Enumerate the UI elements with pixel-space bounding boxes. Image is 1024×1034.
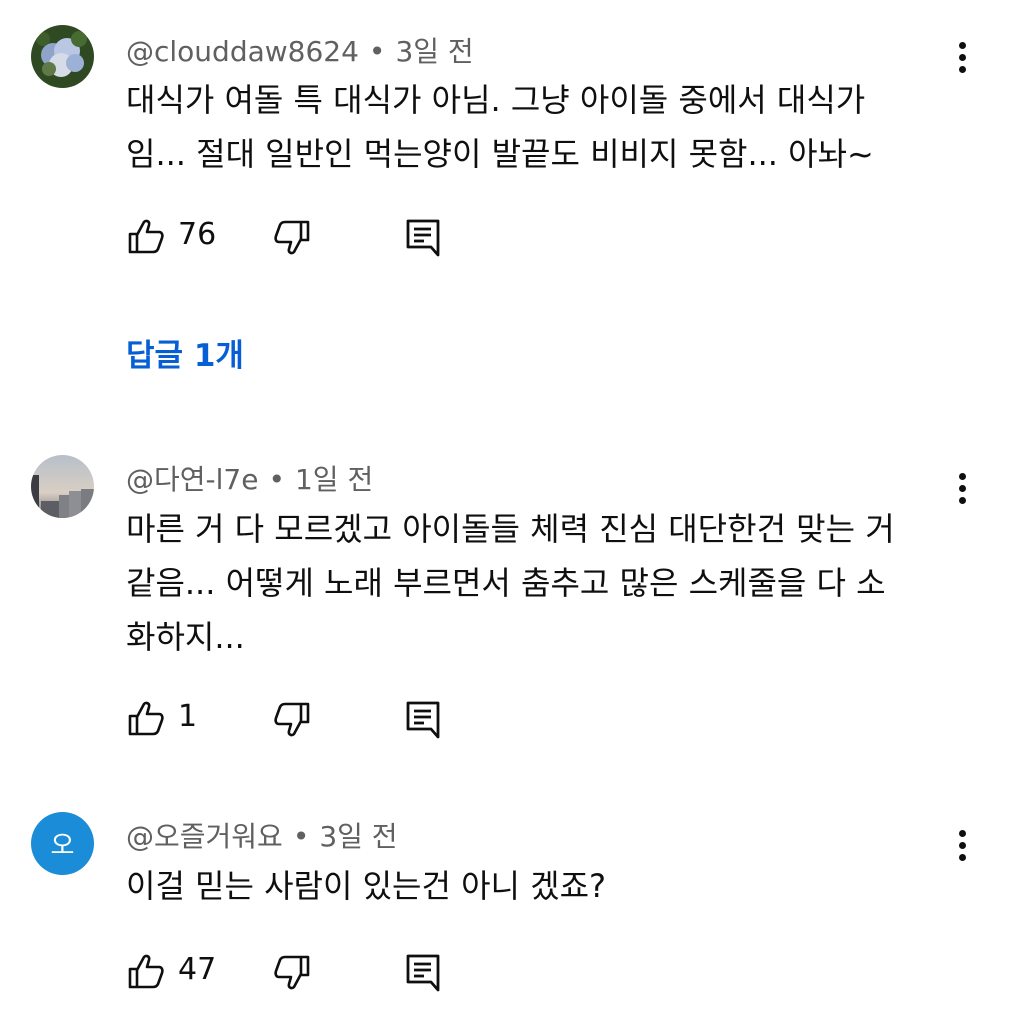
comment-line: 이걸 믿는 사람이 있는건 아니 겠죠? (126, 867, 607, 905)
avatar[interactable] (31, 455, 94, 518)
thumbs-up-icon (128, 701, 164, 736)
comment-line: 대식가 여돌 특 대식가 아님. 그냥 아이돌 중에서 대식가 (126, 81, 866, 119)
timestamp[interactable]: 1일 전 (295, 463, 373, 496)
reply-comment-icon (406, 701, 440, 739)
like-button[interactable]: 47 (126, 948, 246, 996)
author-name[interactable]: @clouddaw8624 (126, 35, 359, 68)
comment-actions: 47 (126, 948, 526, 996)
separator-dot: • (368, 35, 386, 68)
like-count: 1 (178, 699, 198, 734)
dislike-button[interactable] (272, 695, 320, 743)
like-count: 47 (178, 952, 217, 987)
avatar[interactable]: 오 (31, 812, 94, 875)
like-button[interactable]: 76 (126, 213, 246, 261)
comment-meta: @오즐거워요 • 3일 전 (126, 815, 398, 855)
reply-button[interactable] (404, 695, 452, 743)
avatar[interactable] (31, 25, 94, 88)
comment-line: 마른 거 다 모르겠고 아이돌들 체력 진심 대단한건 맞는 거 (126, 510, 895, 548)
reply-comment-icon (406, 219, 440, 257)
avatar-initial: 오 (50, 831, 75, 861)
hydrangea-avatar-image (31, 25, 94, 88)
reply-comment-icon (406, 954, 440, 992)
comment-line: 같음... 어떻게 노래 부르면서 춤추고 많은 스케줄을 다 소 (126, 564, 886, 602)
like-button[interactable]: 1 (126, 695, 246, 743)
timestamp[interactable]: 3일 전 (319, 820, 397, 853)
thumbs-down-icon (274, 955, 310, 990)
comment-meta: @다연-l7e • 1일 전 (126, 458, 373, 498)
comment-line: 화하지... (126, 618, 245, 656)
comment-actions: 76 (126, 213, 526, 261)
thumbs-up-icon (128, 219, 164, 254)
author-name[interactable]: @오즐거워요 (126, 820, 283, 853)
sunset-city-avatar-image (31, 455, 94, 518)
more-actions-icon[interactable] (944, 469, 980, 509)
comment-text: 대식가 여돌 특 대식가 아님. 그냥 아이돌 중에서 대식가 임... 절대 … (126, 73, 946, 181)
comment-meta: @clouddaw8624 • 3일 전 (126, 30, 474, 70)
view-replies-link[interactable]: 답글 1개 (126, 330, 244, 375)
more-actions-icon[interactable] (944, 826, 980, 866)
thumbs-up-icon (128, 954, 164, 989)
timestamp[interactable]: 3일 전 (395, 35, 473, 68)
reply-button[interactable] (404, 948, 452, 996)
thumbs-down-icon (274, 702, 310, 737)
dislike-button[interactable] (272, 948, 320, 996)
dislike-button[interactable] (272, 213, 320, 261)
comment-line: 임... 절대 일반인 먹는양이 발끝도 비비지 못함... 아놔~ (126, 135, 874, 173)
like-count: 76 (178, 217, 217, 252)
thumbs-down-icon (274, 220, 310, 255)
separator-dot: • (268, 463, 285, 496)
author-name[interactable]: @다연-l7e (126, 463, 258, 496)
comment-text: 마른 거 다 모르겠고 아이돌들 체력 진심 대단한건 맞는 거 같음... 어… (126, 502, 946, 664)
reply-button[interactable] (404, 213, 452, 261)
comment-actions: 1 (126, 695, 526, 743)
more-actions-icon[interactable] (944, 38, 980, 78)
comment-text: 이걸 믿는 사람이 있는건 아니 겠죠? (126, 859, 946, 913)
separator-dot: • (292, 820, 310, 853)
